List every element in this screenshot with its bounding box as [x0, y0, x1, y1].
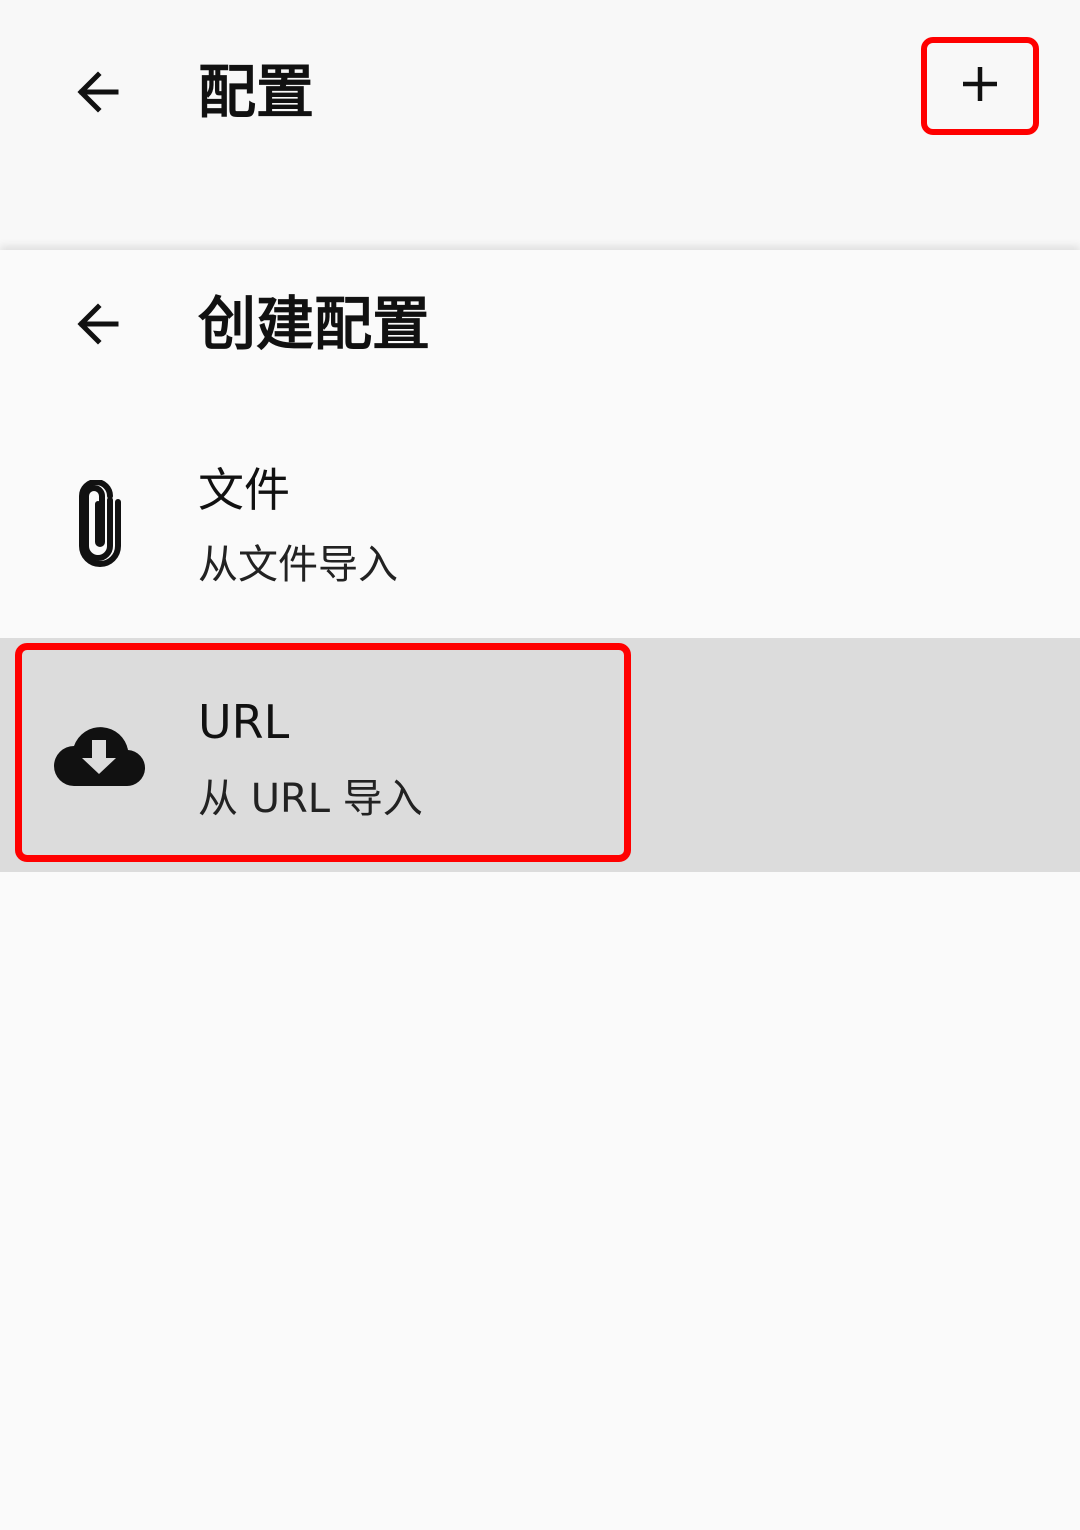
arrow-left-icon[interactable]	[68, 294, 128, 354]
screen: 配置 创建配置 文件 从文件导入 URL 从 URL 导入	[0, 0, 1080, 1530]
item-subtitle: 从 URL 导入	[198, 776, 423, 822]
create-profile-sheet: 创建配置 文件 从文件导入 URL 从 URL 导入	[0, 250, 1080, 1530]
list-item-url[interactable]: URL 从 URL 导入	[0, 638, 1080, 872]
plus-icon	[960, 64, 1000, 108]
item-label: 文件	[198, 463, 290, 517]
item-label: URL	[198, 695, 290, 749]
paperclip-icon	[72, 479, 128, 570]
add-button[interactable]	[921, 37, 1039, 135]
list-item-file[interactable]: 文件 从文件导入	[0, 420, 1080, 638]
arrow-left-icon[interactable]	[68, 62, 128, 122]
sheet-title: 创建配置	[198, 290, 431, 358]
item-subtitle: 从文件导入	[198, 542, 398, 588]
cloud-download-icon	[52, 722, 146, 788]
page-title: 配置	[198, 58, 315, 126]
top-app-bar: 配置	[0, 0, 1080, 250]
